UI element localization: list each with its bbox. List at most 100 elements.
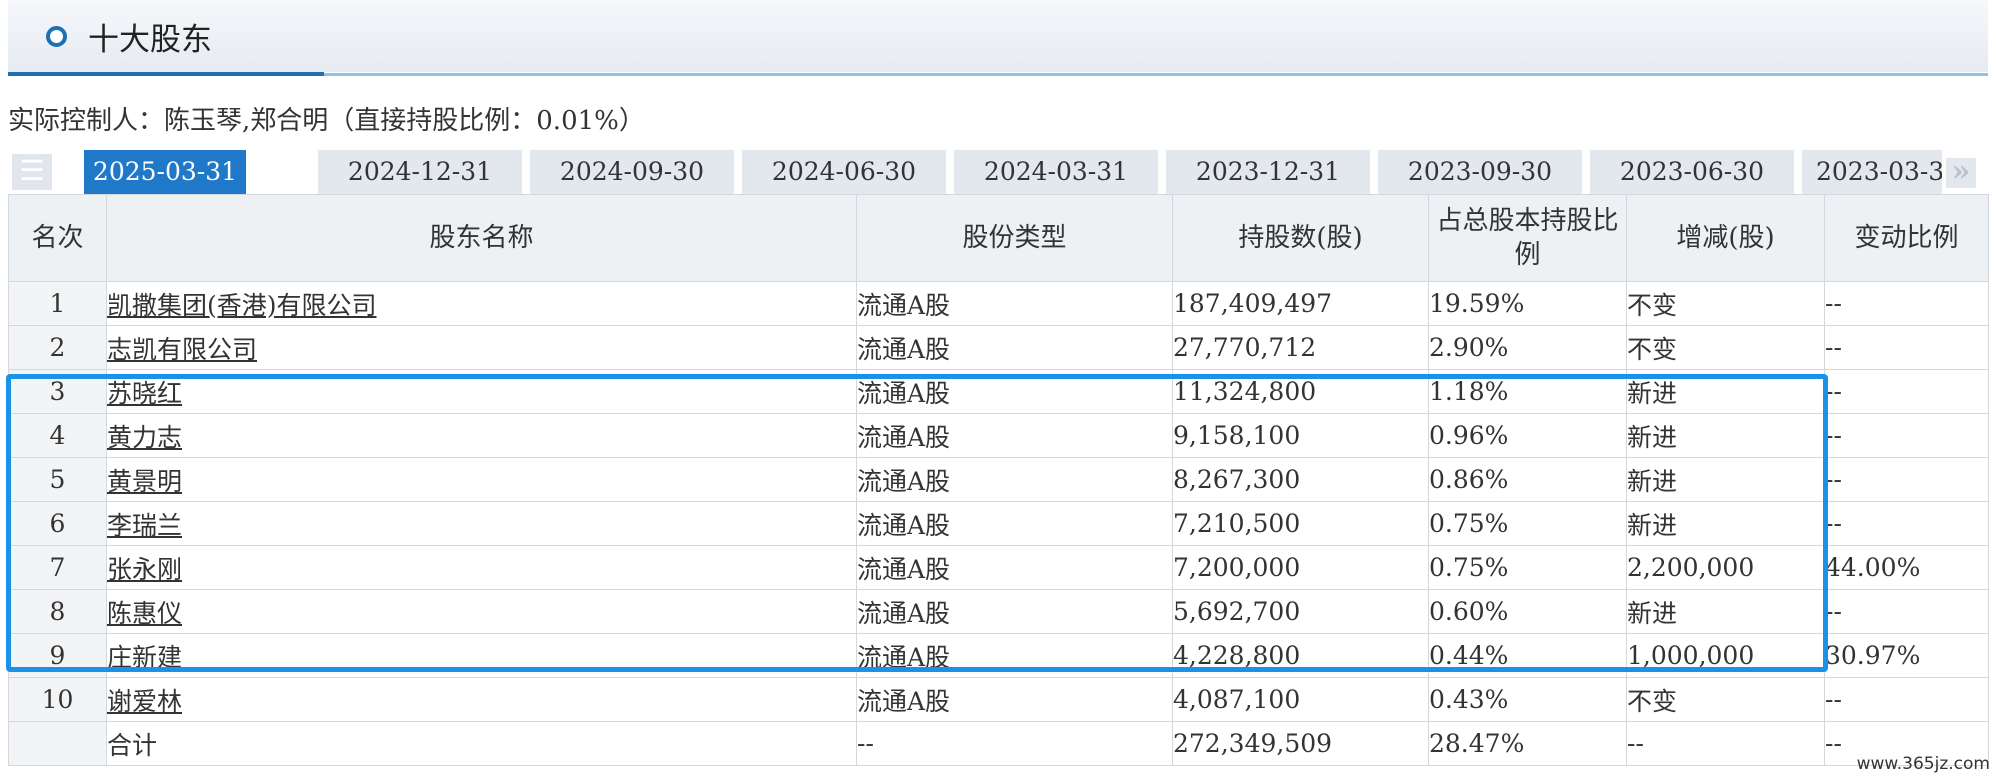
holding-ratio-cell: 0.44% <box>1428 633 1627 678</box>
header-holder-name[interactable]: 股东名称 <box>106 194 857 282</box>
holder-name-cell: 志凯有限公司 <box>106 325 857 370</box>
rank-cell: 4 <box>8 413 107 458</box>
shares-held-cell: 27,770,712 <box>1172 325 1429 370</box>
rank-cell: 6 <box>8 501 107 546</box>
holder-link[interactable]: 谢爱林 <box>108 687 183 716</box>
holding-ratio-cell: 0.75% <box>1428 545 1627 590</box>
total-share-type: -- <box>856 721 1173 766</box>
period-tabs: ☰ 2025-03-31 2024-12-31 2024-09-30 2024-… <box>8 150 1988 194</box>
shares-held-cell: 9,158,100 <box>1172 413 1429 458</box>
table-row: 8 陈惠仪 流通A股 5,692,700 0.60% 新进 -- <box>8 589 1989 634</box>
holder-name-cell: 黄力志 <box>106 413 857 458</box>
header-holding-ratio[interactable]: 占总股本持股比例 <box>1428 194 1627 282</box>
change-shares-cell: 1,000,000 <box>1626 633 1825 678</box>
header-change-ratio[interactable]: 变动比例 <box>1824 194 1989 282</box>
table-row: 2 志凯有限公司 流通A股 27,770,712 2.90% 不变 -- <box>8 325 1989 370</box>
total-label: 合计 <box>106 721 857 766</box>
holding-ratio-cell: 19.59% <box>1428 281 1627 326</box>
tab-2025-03-31[interactable]: 2025-03-31 <box>84 150 246 194</box>
header-change-shares[interactable]: 增减(股) <box>1626 194 1825 282</box>
shares-held-cell: 4,228,800 <box>1172 633 1429 678</box>
rank-cell: 3 <box>8 369 107 414</box>
holder-name-cell: 黄景明 <box>106 457 857 502</box>
watermark: www.365jz.com <box>1856 754 1990 774</box>
change-shares-cell: 2,200,000 <box>1626 545 1825 590</box>
rank-cell: 1 <box>8 281 107 326</box>
change-ratio-cell: -- <box>1824 413 1989 458</box>
holder-link[interactable]: 凯撒集团(香港)有限公司 <box>108 291 377 320</box>
rank-cell: 10 <box>8 677 107 722</box>
section-header <box>8 0 1988 72</box>
change-ratio-cell: 30.97% <box>1824 633 1989 678</box>
header-rank[interactable]: 名次 <box>8 194 107 282</box>
change-ratio-cell: 44.00% <box>1824 545 1989 590</box>
total-shares-held: 272,349,509 <box>1172 721 1429 766</box>
holding-ratio-cell: 1.18% <box>1428 369 1627 414</box>
change-ratio-cell: -- <box>1824 369 1989 414</box>
tab-2024-09-30[interactable]: 2024-09-30 <box>530 150 734 194</box>
total-row: 合计 -- 272,349,509 28.47% -- -- <box>8 721 1989 766</box>
tab-2024-03-31[interactable]: 2024-03-31 <box>954 150 1158 194</box>
share-type-cell: 流通A股 <box>856 501 1173 546</box>
table-row: 1 凯撒集团(香港)有限公司 流通A股 187,409,497 19.59% 不… <box>8 281 1989 326</box>
total-change-shares: -- <box>1626 721 1825 766</box>
holding-ratio-cell: 2.90% <box>1428 325 1627 370</box>
table-row: 10 谢爱林 流通A股 4,087,100 0.43% 不变 -- <box>8 677 1989 722</box>
change-ratio-cell: -- <box>1824 325 1989 370</box>
holder-link[interactable]: 苏晓红 <box>108 379 183 408</box>
header-share-type[interactable]: 股份类型 <box>856 194 1173 282</box>
share-type-cell: 流通A股 <box>856 677 1173 722</box>
change-shares-cell: 新进 <box>1626 369 1825 414</box>
holder-link[interactable]: 李瑞兰 <box>108 511 183 540</box>
change-ratio-cell: -- <box>1824 457 1989 502</box>
holding-ratio-cell: 0.75% <box>1428 501 1627 546</box>
change-shares-cell: 不变 <box>1626 281 1825 326</box>
holder-link[interactable]: 庄新建 <box>108 643 183 672</box>
holder-link[interactable]: 黄力志 <box>108 423 183 452</box>
share-type-cell: 流通A股 <box>856 589 1173 634</box>
change-shares-cell: 新进 <box>1626 413 1825 458</box>
header-underline-accent <box>8 72 324 76</box>
holder-link[interactable]: 张永刚 <box>108 555 183 584</box>
holding-ratio-cell: 0.86% <box>1428 457 1627 502</box>
rank-cell: 2 <box>8 325 107 370</box>
tab-2024-12-31[interactable]: 2024-12-31 <box>318 150 522 194</box>
shares-held-cell: 8,267,300 <box>1172 457 1429 502</box>
header-shares-held[interactable]: 持股数(股) <box>1172 194 1429 282</box>
change-shares-cell: 不变 <box>1626 325 1825 370</box>
share-type-cell: 流通A股 <box>856 457 1173 502</box>
holder-link[interactable]: 黄景明 <box>108 467 183 496</box>
tab-2023-03-31[interactable]: 2023-03-31 <box>1802 150 1942 194</box>
tab-2024-06-30[interactable]: 2024-06-30 <box>742 150 946 194</box>
change-shares-cell: 新进 <box>1626 501 1825 546</box>
share-type-cell: 流通A股 <box>856 281 1173 326</box>
circle-bullet-icon <box>46 26 67 47</box>
tab-2023-09-30[interactable]: 2023-09-30 <box>1378 150 1582 194</box>
table-row: 5 黄景明 流通A股 8,267,300 0.86% 新进 -- <box>8 457 1989 502</box>
holder-link[interactable]: 志凯有限公司 <box>108 335 258 364</box>
tab-2023-12-31[interactable]: 2023-12-31 <box>1166 150 1370 194</box>
change-shares-cell: 新进 <box>1626 589 1825 634</box>
holder-name-cell: 苏晓红 <box>106 369 857 414</box>
holder-link[interactable]: 陈惠仪 <box>108 599 183 628</box>
change-shares-cell: 新进 <box>1626 457 1825 502</box>
list-menu-icon[interactable]: ☰ <box>12 154 52 190</box>
chevron-right-double-icon[interactable]: » <box>1946 157 1976 188</box>
total-rank-cell <box>8 721 107 766</box>
holding-ratio-cell: 0.43% <box>1428 677 1627 722</box>
change-ratio-cell: -- <box>1824 589 1989 634</box>
top-ten-holders-table: 名次 股东名称 股份类型 持股数(股) 占总股本持股比例 增减(股) 变动比例 … <box>8 194 1989 766</box>
share-type-cell: 流通A股 <box>856 369 1173 414</box>
holding-ratio-cell: 0.96% <box>1428 413 1627 458</box>
shares-held-cell: 11,324,800 <box>1172 369 1429 414</box>
shares-held-cell: 5,692,700 <box>1172 589 1429 634</box>
header-underline <box>324 73 1988 76</box>
table-row: 9 庄新建 流通A股 4,228,800 0.44% 1,000,000 30.… <box>8 633 1989 678</box>
tab-2023-06-30[interactable]: 2023-06-30 <box>1590 150 1794 194</box>
holding-ratio-cell: 0.60% <box>1428 589 1627 634</box>
holder-name-cell: 谢爱林 <box>106 677 857 722</box>
table-row: 4 黄力志 流通A股 9,158,100 0.96% 新进 -- <box>8 413 1989 458</box>
share-type-cell: 流通A股 <box>856 413 1173 458</box>
share-type-cell: 流通A股 <box>856 325 1173 370</box>
shares-held-cell: 187,409,497 <box>1172 281 1429 326</box>
